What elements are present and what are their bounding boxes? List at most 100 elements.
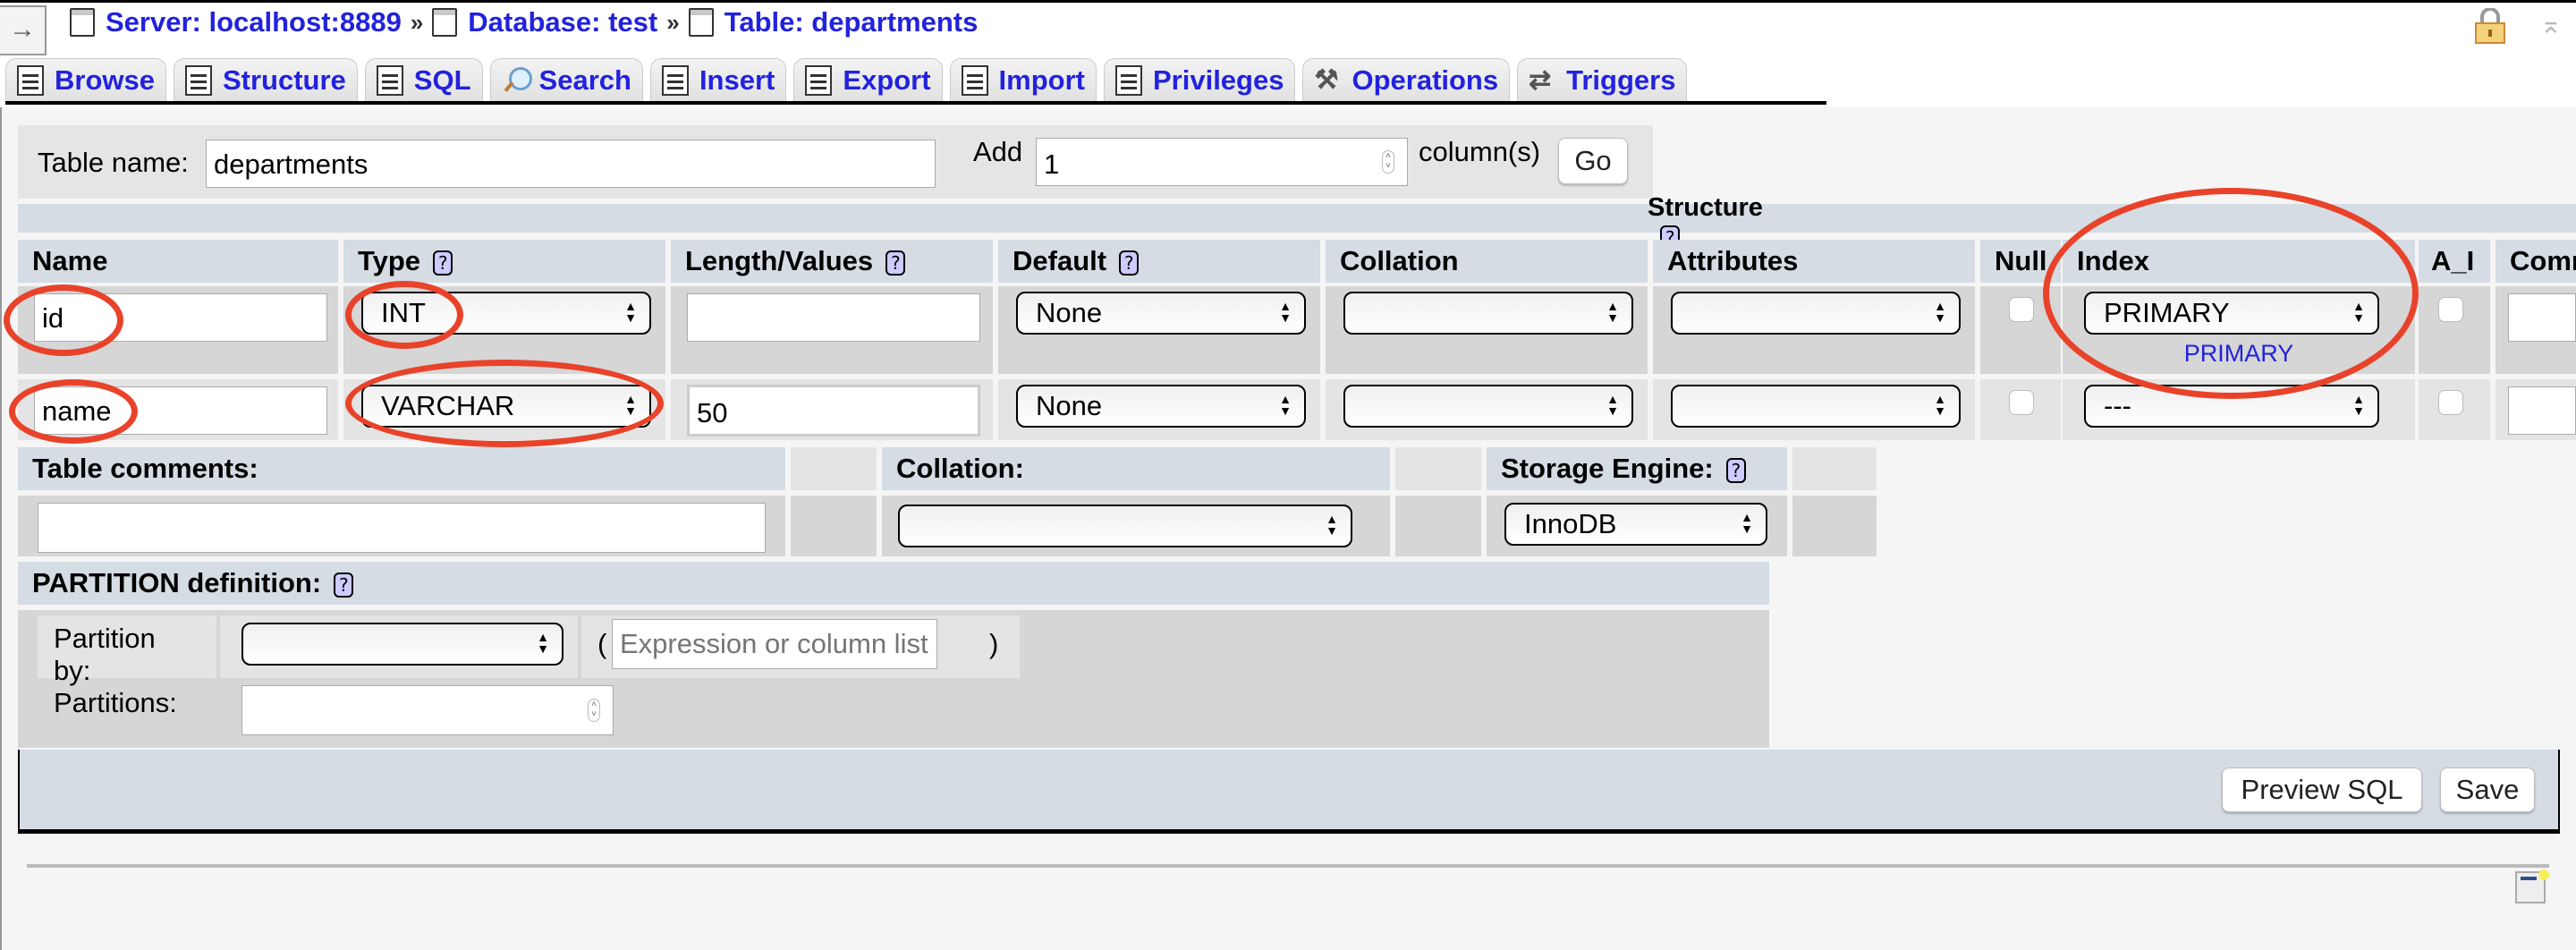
select-arrows-icon: ▲ ▼	[1279, 392, 1292, 418]
add-label: Add	[973, 136, 1023, 167]
select-arrows-icon: ▲ ▼	[1279, 299, 1292, 325]
column-header-name: Name	[18, 240, 338, 283]
help-icon[interactable]: ?	[1725, 457, 1746, 483]
table-collation-select[interactable]: ▲ ▼	[898, 505, 1352, 547]
help-icon[interactable]: ?	[886, 250, 906, 276]
privileges-icon	[1114, 64, 1142, 96]
partition-by-label: Partition by:	[54, 623, 156, 686]
storage-engine-select[interactable]: InnoDB ▲ ▼	[1504, 503, 1767, 546]
column-length-input[interactable]: 50	[687, 385, 980, 437]
tab-export[interactable]: Export	[793, 58, 943, 101]
breadcrumb-table[interactable]: Table: departments	[724, 6, 979, 38]
column-default-select[interactable]: None ▲ ▼	[1016, 385, 1306, 428]
database-icon	[432, 8, 458, 37]
tab-sql[interactable]: SQL	[364, 58, 483, 101]
select-arrows-icon: ▲ ▼	[1606, 392, 1619, 418]
select-arrows-icon: ▲ ▼	[1606, 299, 1619, 325]
partition-by-select[interactable]: ▲ ▼	[242, 623, 564, 666]
top-bar: → Server: localhost:8889 » Database: tes…	[0, 0, 2576, 107]
add-columns-input[interactable]: 1 ˄ ˅	[1036, 138, 1408, 186]
select-arrows-icon: ▲ ▼	[624, 299, 637, 325]
columns-label: column(s)	[1419, 136, 1541, 167]
form-actions-bar: Preview SQL Save	[18, 750, 2560, 834]
navigation-toggle-button[interactable]: →	[0, 5, 47, 55]
column-null-checkbox[interactable]	[2009, 390, 2034, 415]
tab-operations[interactable]: ⚒ Operations	[1302, 58, 1511, 101]
go-button[interactable]: Go	[1558, 138, 1628, 184]
search-icon	[502, 65, 532, 96]
column-collation-select[interactable]: ▲ ▼	[1343, 292, 1633, 335]
column-type-select[interactable]: VARCHAR ▲ ▼	[361, 385, 651, 428]
save-button[interactable]: Save	[2440, 768, 2535, 812]
partitions-input[interactable]: ˄ ˅	[242, 685, 614, 735]
column-default-select[interactable]: None ▲ ▼	[1016, 292, 1306, 335]
collation-label: Collation:	[882, 447, 1390, 490]
column-comment-input[interactable]	[2508, 386, 2576, 435]
import-icon	[961, 64, 988, 96]
window-edge	[0, 107, 2, 950]
operations-icon: ⚒	[1314, 64, 1339, 95]
column-header-comments: Comm	[2496, 240, 2576, 283]
column-header-type: Type?	[343, 240, 665, 283]
tab-privileges[interactable]: Privileges	[1103, 58, 1296, 101]
column-attributes-select[interactable]: ▲ ▼	[1671, 292, 1961, 335]
column-name-input[interactable]: name	[34, 386, 327, 435]
table-icon	[688, 8, 714, 37]
select-arrows-icon: ▲ ▼	[537, 630, 549, 656]
partition-definition-header: PARTITION definition:?	[18, 562, 1769, 605]
tab-insert[interactable]: Insert	[649, 58, 787, 101]
select-arrows-icon: ▲ ▼	[1326, 512, 1338, 538]
collapse-icon[interactable]: ⌅	[2538, 12, 2563, 38]
select-arrows-icon: ▲ ▼	[624, 392, 637, 418]
sql-icon	[376, 64, 403, 96]
table-comments-label: Table comments:	[18, 447, 785, 490]
tab-structure[interactable]: Structure	[173, 58, 358, 101]
lock-icon[interactable]	[2474, 8, 2506, 44]
console-icon[interactable]	[2515, 869, 2549, 903]
column-index-select[interactable]: --- ▲ ▼	[2084, 385, 2379, 428]
breadcrumb-database[interactable]: Database: test	[468, 6, 657, 38]
spinner-arrows-icon[interactable]: ˄ ˅	[1382, 150, 1394, 174]
table-name-bar: Table name: departments Add 1 ˄ ˅ column(…	[18, 125, 1653, 199]
column-header-attributes: Attributes	[1653, 240, 1975, 283]
help-icon[interactable]: ?	[334, 572, 354, 598]
breadcrumb: Server: localhost:8889 » Database: test …	[70, 4, 978, 40]
help-icon[interactable]: ?	[433, 250, 453, 276]
structure-icon	[184, 64, 212, 96]
select-arrows-icon: ▲ ▼	[2352, 392, 2365, 418]
column-name-input[interactable]: id	[34, 293, 327, 342]
column-header-default: Default?	[998, 240, 1320, 283]
column-comment-input[interactable]	[2508, 293, 2576, 342]
column-header-length: Length/Values?	[671, 240, 993, 283]
column-attributes-select[interactable]: ▲ ▼	[1671, 385, 1961, 428]
column-header-collation: Collation	[1326, 240, 1648, 283]
divider	[27, 864, 2549, 868]
column-type-select[interactable]: INT ▲ ▼	[361, 292, 651, 335]
partitions-label: Partitions:	[54, 687, 177, 718]
breadcrumb-server[interactable]: Server: localhost:8889	[106, 6, 402, 38]
preview-sql-button[interactable]: Preview SQL	[2222, 768, 2422, 812]
column-header-null: Null	[1980, 240, 2061, 283]
breadcrumb-separator: »	[666, 8, 680, 36]
column-ai-checkbox[interactable]	[2438, 297, 2463, 322]
column-collation-select[interactable]: ▲ ▼	[1343, 385, 1633, 428]
partition-expression-input[interactable]	[612, 619, 937, 669]
browse-icon	[17, 64, 44, 96]
table-comments-input[interactable]	[38, 503, 766, 553]
server-icon	[70, 8, 95, 37]
storage-engine-label: Storage Engine:?	[1487, 447, 1787, 490]
tab-triggers[interactable]: ⇄ Triggers	[1517, 58, 1688, 101]
select-arrows-icon: ▲ ▼	[1934, 299, 1946, 325]
column-index-select[interactable]: PRIMARY ▲ ▼	[2084, 292, 2379, 335]
index-primary-link[interactable]: PRIMARY	[2063, 340, 2415, 368]
spinner-arrows-icon[interactable]: ˄ ˅	[588, 699, 600, 722]
tab-search[interactable]: Search	[489, 58, 643, 101]
tab-import[interactable]: Import	[949, 58, 1097, 101]
column-ai-checkbox[interactable]	[2438, 390, 2463, 415]
select-arrows-icon: ▲ ▼	[1741, 510, 1753, 536]
help-icon[interactable]: ?	[1119, 250, 1140, 276]
tab-browse[interactable]: Browse	[5, 58, 166, 101]
table-name-input[interactable]: departments	[206, 140, 936, 188]
column-length-input[interactable]	[687, 293, 980, 342]
column-null-checkbox[interactable]	[2009, 297, 2034, 322]
